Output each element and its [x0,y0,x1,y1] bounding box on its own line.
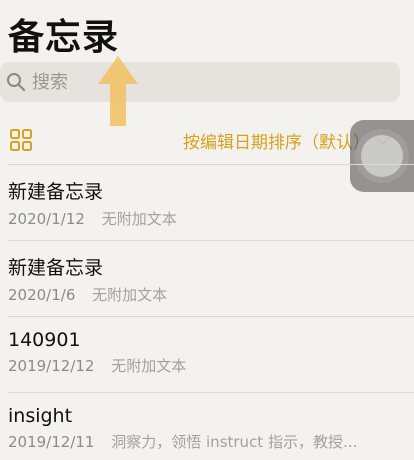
note-preview: 无附加文本 [92,286,168,304]
note-title: 140901 [8,329,81,351]
sort-label: 按编辑日期排序（默认） [183,133,370,153]
note-meta: 2020/1/12 无附加文本 [8,208,414,229]
search-input[interactable] [32,71,372,93]
search-bar[interactable] [0,62,400,102]
note-preview: 无附加文本 [111,357,187,375]
note-item-3[interactable]: insight 2019/12/11 洞察力，领悟 instruct 指示，教授… [0,393,414,460]
note-meta: 2019/12/12 无附加文本 [8,355,414,376]
note-date: 2020/1/12 [8,210,85,228]
grid-icon[interactable] [9,128,33,152]
note-preview: 洞察力，领悟 instruct 指示，教授... [111,433,358,451]
note-item-0[interactable]: 新建备忘录 2020/1/12 无附加文本 [0,165,414,240]
arrow-up-icon [98,56,138,126]
note-date: 2020/1/6 [8,286,76,304]
note-date: 2019/12/11 [8,433,95,451]
note-title: insight [8,405,73,427]
note-preview: 无附加文本 [101,210,177,228]
note-title: 新建备忘录 [8,257,104,279]
note-meta: 2020/1/6 无附加文本 [8,284,414,305]
note-title: 新建备忘录 [8,181,104,203]
note-meta: 2019/12/11 洞察力，领悟 instruct 指示，教授... [8,431,414,452]
notes-list: 新建备忘录 2020/1/12 无附加文本 新建备忘录 2020/1/6 无附加… [0,164,414,460]
note-item-2[interactable]: 140901 2019/12/12 无附加文本 [0,317,414,392]
note-date: 2019/12/12 [8,357,95,375]
search-icon [7,73,26,92]
page-title: 备忘录 [8,17,120,58]
note-item-1[interactable]: 新建备忘录 2020/1/6 无附加文本 [0,241,414,316]
